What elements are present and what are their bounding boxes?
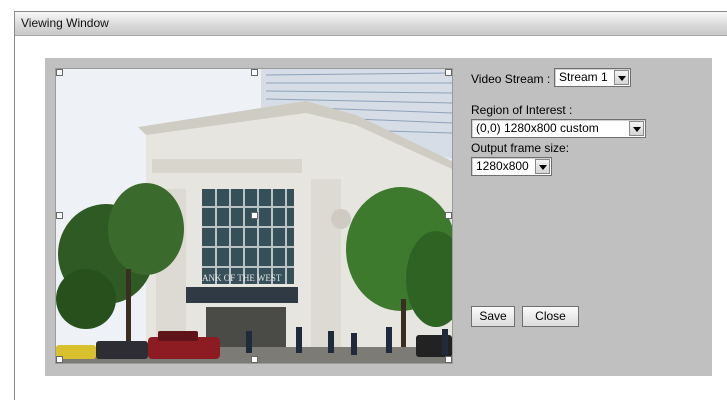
resize-handle-top-right[interactable] bbox=[445, 69, 452, 76]
chevron-down-icon[interactable] bbox=[629, 121, 644, 136]
window-titlebar: Viewing Window bbox=[15, 12, 727, 36]
region-of-interest-label: Region of Interest : bbox=[471, 103, 573, 117]
viewing-panel: BANK OF THE WEST Video Stream : Stream 1… bbox=[45, 58, 712, 376]
close-button[interactable]: Close bbox=[522, 306, 579, 327]
chevron-down-icon[interactable] bbox=[614, 70, 629, 85]
resize-handle-top[interactable] bbox=[251, 69, 258, 76]
resize-handle-center[interactable] bbox=[251, 212, 258, 219]
window-title: Viewing Window bbox=[21, 16, 109, 30]
resize-handle-bottom-right[interactable] bbox=[445, 356, 452, 363]
output-frame-size-select[interactable]: 1280x800 bbox=[471, 157, 552, 176]
resize-handle-left[interactable] bbox=[56, 212, 63, 219]
video-stream-select[interactable]: Stream 1 bbox=[554, 68, 631, 87]
resize-handle-right[interactable] bbox=[445, 212, 452, 219]
video-preview[interactable]: BANK OF THE WEST bbox=[55, 68, 453, 364]
resize-handle-bottom[interactable] bbox=[251, 356, 258, 363]
chevron-down-icon[interactable] bbox=[535, 159, 550, 174]
output-frame-size-value: 1280x800 bbox=[476, 159, 529, 173]
viewing-window: Viewing Window BANK OF THE WEST Video St… bbox=[14, 11, 727, 400]
video-stream-value: Stream 1 bbox=[559, 70, 608, 84]
output-frame-size-label: Output frame size: bbox=[471, 141, 570, 155]
resize-handle-top-left[interactable] bbox=[56, 69, 63, 76]
resize-handle-bottom-left[interactable] bbox=[56, 356, 63, 363]
bank-sign: BANK OF THE WEST bbox=[196, 273, 282, 283]
save-button[interactable]: Save bbox=[471, 306, 515, 327]
region-of-interest-select[interactable]: (0,0) 1280x800 custom bbox=[471, 119, 646, 138]
video-stream-label: Video Stream : bbox=[471, 72, 551, 86]
region-of-interest-value: (0,0) 1280x800 custom bbox=[476, 121, 599, 135]
